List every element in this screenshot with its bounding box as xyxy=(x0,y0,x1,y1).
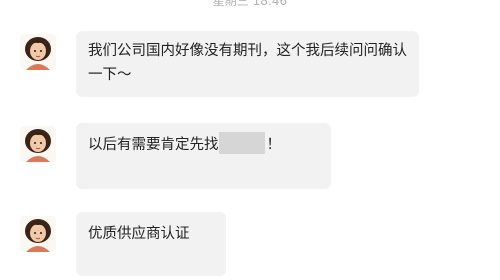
message-bubble[interactable]: 优质供应商认证 xyxy=(76,212,226,276)
message-text: 我们公司国内好像没有期刊，这个我后续问问确认一下～ xyxy=(88,43,407,83)
user-avatar-icon[interactable] xyxy=(20,216,56,252)
redacted-text xyxy=(218,132,265,154)
user-avatar-icon[interactable] xyxy=(20,126,56,162)
message-timestamp: 星期三 18:46 xyxy=(212,0,288,8)
message-text: 优质供应商认证 xyxy=(88,226,190,242)
message-bubble[interactable]: 以后有需要肯定先找 ！ xyxy=(76,123,331,189)
user-avatar-icon[interactable] xyxy=(20,34,56,70)
message-text-suffix: ！ xyxy=(266,137,282,153)
message-text: 以后有需要肯定先找 xyxy=(88,137,219,153)
message-bubble[interactable]: 我们公司国内好像没有期刊，这个我后续问问确认一下～ xyxy=(76,31,419,97)
